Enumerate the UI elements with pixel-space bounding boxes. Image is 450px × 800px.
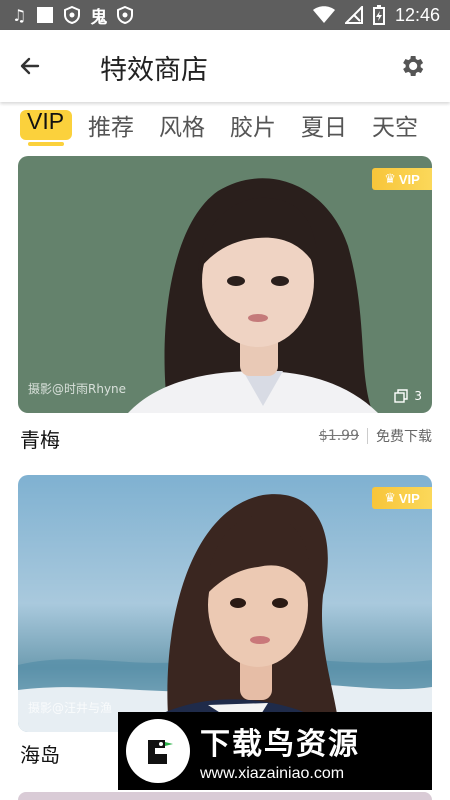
photo-count-value: 3	[414, 389, 422, 403]
free-download-button[interactable]: 免费下载	[376, 426, 432, 446]
card-preview-image[interactable]: ♛ VIP 摄影@汪井与渔	[18, 475, 432, 732]
status-left-icons: ♫ 鬼	[12, 4, 134, 28]
vip-badge: ♛ VIP	[372, 168, 432, 190]
settings-button[interactable]	[396, 50, 428, 82]
card-title: 海岛	[20, 743, 60, 767]
promo-url: www.xiazainiao.com	[200, 765, 345, 782]
app-ghost-icon: 鬼	[90, 7, 108, 28]
tab-sky[interactable]: 天空	[372, 108, 418, 142]
battery-charging-icon	[372, 5, 385, 25]
page-title: 特效商店	[100, 55, 208, 86]
tab-summer[interactable]: 夏日	[301, 108, 347, 142]
shield-icon	[64, 6, 81, 24]
original-price: $1.99	[318, 428, 359, 444]
category-tabs: VIP 推荐 风格 胶片 夏日 天空	[0, 104, 450, 148]
photographer-watermark: 摄影@时雨Rhyne	[28, 382, 127, 396]
status-right-icons: 12:46	[312, 4, 440, 26]
vip-badge-label: VIP	[398, 171, 420, 187]
music-note-icon: ♫	[12, 5, 27, 25]
tab-film[interactable]: 胶片	[230, 108, 276, 142]
photo-count: 3	[394, 389, 422, 403]
photographer-watermark: 摄影@汪井与渔	[28, 701, 113, 715]
wifi-icon	[312, 6, 335, 24]
copy-icon	[394, 389, 409, 403]
vip-badge: ♛ VIP	[372, 487, 432, 509]
next-card-preview[interactable]	[18, 792, 432, 800]
vip-badge-label: VIP	[398, 490, 420, 506]
status-bar: ♫ 鬼 12:46	[0, 0, 450, 30]
square-notification-icon	[36, 6, 54, 24]
card-title: 青梅	[20, 428, 60, 452]
gear-icon	[403, 55, 424, 77]
bird-logo-icon	[126, 719, 190, 783]
signal-icon	[344, 6, 363, 24]
price-divider	[367, 428, 368, 444]
arrow-left-icon	[20, 57, 40, 75]
back-button[interactable]	[14, 50, 46, 82]
app-bar: 特效商店	[0, 30, 450, 102]
price-row: $1.99 免费下载	[319, 426, 432, 446]
promo-title: 下载鸟资源	[200, 727, 360, 762]
tab-vip[interactable]: VIP	[27, 108, 64, 135]
tab-style[interactable]: 风格	[159, 108, 205, 142]
tab-active-indicator	[28, 142, 64, 146]
effect-card[interactable]: ♛ VIP 摄影@时雨Rhyne 3 青梅 $1.99 免费下载	[18, 156, 432, 452]
tab-recommended[interactable]: 推荐	[88, 108, 134, 142]
promo-banner[interactable]: 下载鸟资源 www.xiazainiao.com	[118, 712, 432, 790]
crown-icon: ♛	[384, 171, 396, 187]
effect-card[interactable]: ♛ VIP 摄影@汪井与渔 海岛	[18, 475, 432, 767]
promo-text: 下载鸟资源 www.xiazainiao.com	[200, 719, 360, 783]
crown-icon: ♛	[384, 490, 396, 506]
card-preview-image[interactable]: ♛ VIP 摄影@时雨Rhyne 3	[18, 156, 432, 413]
status-time: 12:46	[394, 4, 440, 25]
shield-icon	[117, 6, 134, 24]
portrait-illustration	[18, 494, 432, 732]
portrait-illustration	[128, 178, 378, 413]
